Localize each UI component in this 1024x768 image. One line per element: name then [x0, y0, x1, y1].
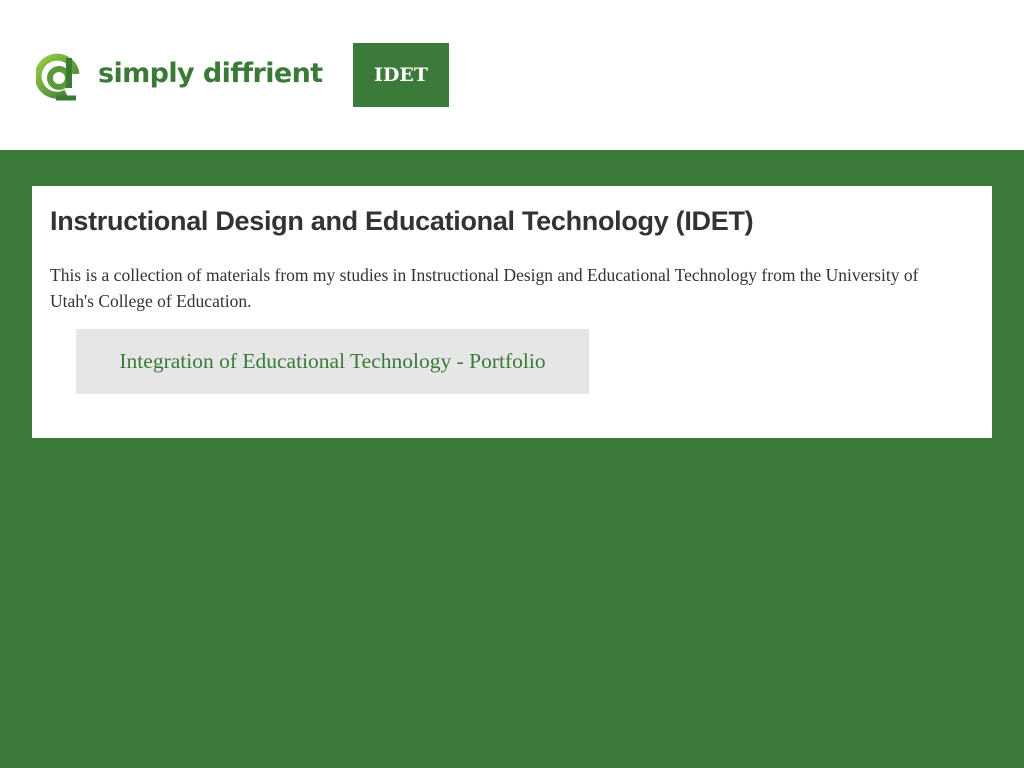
nav-tab-idet[interactable]: IDET: [353, 43, 449, 107]
site-header: simply diffrient IDET: [0, 0, 1024, 150]
content-card: Instructional Design and Educational Tec…: [32, 186, 992, 438]
logo-text: simply diffrient: [98, 57, 323, 89]
portfolio-link[interactable]: Integration of Educational Technology - …: [76, 329, 589, 394]
page-description: This is a collection of materials from m…: [50, 265, 919, 311]
letter-d-logo-icon: [36, 53, 80, 101]
site-logo[interactable]: simply diffrient: [36, 48, 323, 102]
page-title: Instructional Design and Educational Tec…: [50, 206, 754, 236]
